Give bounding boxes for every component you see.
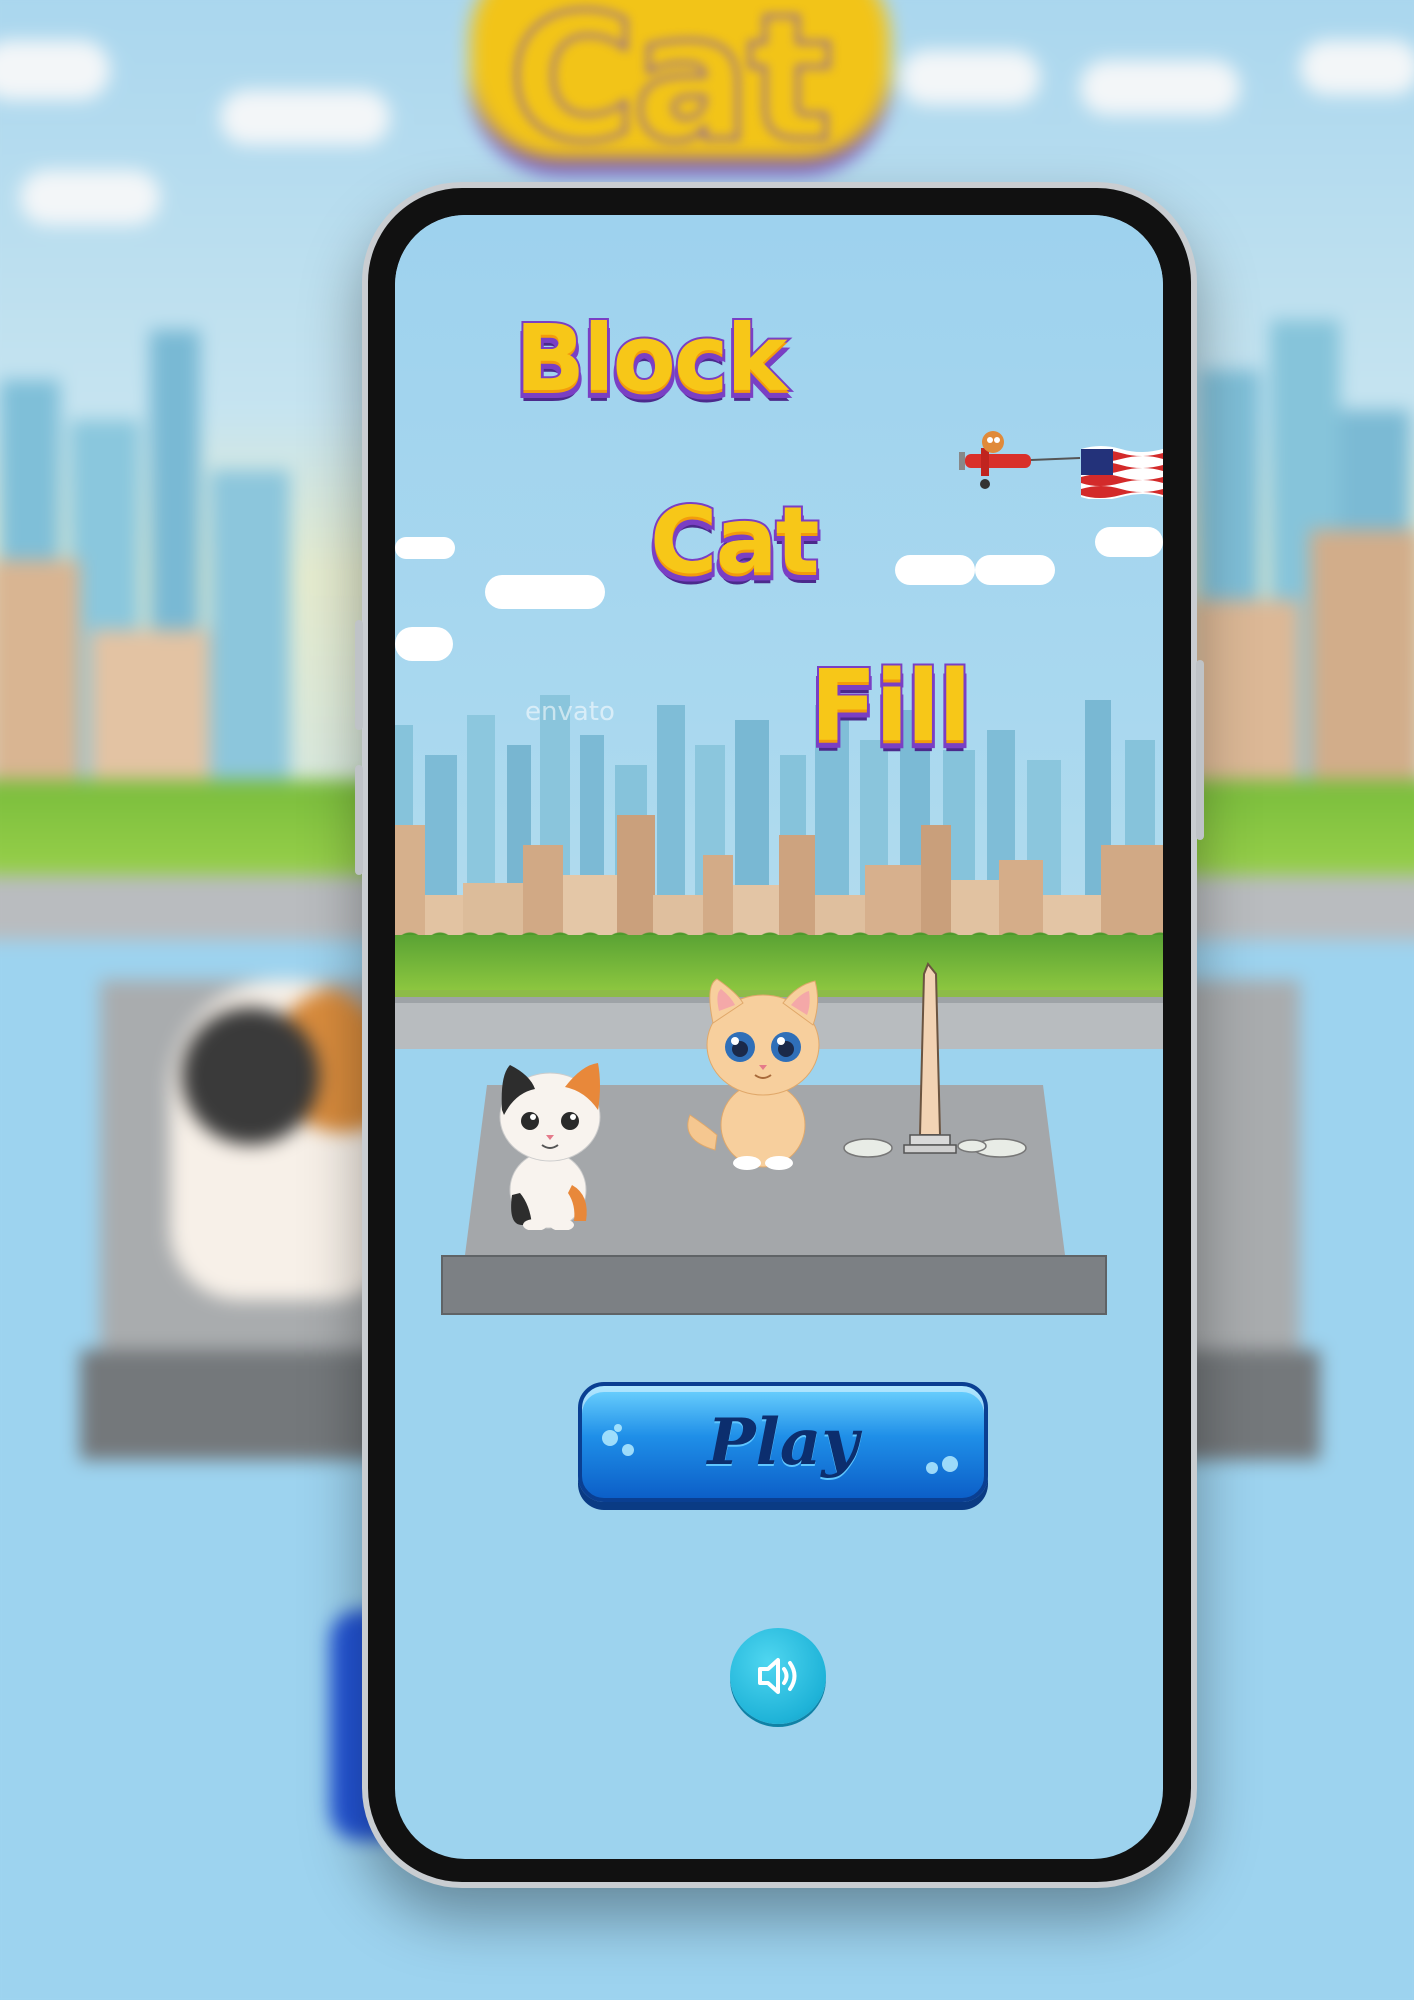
usa-flag-icon: [1081, 443, 1163, 500]
stone-slab-side: [441, 1255, 1107, 1315]
speaker-icon: [750, 1648, 806, 1704]
phone-side-button: [355, 765, 363, 875]
blurred-title-text: Cat: [507, 0, 834, 181]
watermark: envato: [525, 697, 615, 727]
phone-side-button: [355, 620, 363, 730]
calico-cat: [490, 1055, 610, 1231]
cloud: [485, 575, 605, 609]
monument-obelisk: [840, 960, 1030, 1160]
cloud: [1095, 527, 1163, 557]
play-button[interactable]: Play: [578, 1382, 988, 1502]
title-word-fill: Fill: [808, 648, 974, 766]
city-skyline: [395, 655, 1163, 955]
phone-power-button: [1196, 660, 1204, 840]
play-button-label: Play: [707, 1404, 859, 1480]
cloud: [395, 537, 455, 559]
game-screen: envato Block Cat Fill Play: [395, 215, 1163, 1859]
cloud: [895, 555, 975, 585]
cloud: [975, 555, 1055, 585]
sound-toggle-button[interactable]: [730, 1628, 826, 1724]
title-word-block: Block: [513, 303, 790, 414]
title-word-cat: Cat: [648, 485, 822, 596]
orange-kitten: [685, 975, 835, 1175]
